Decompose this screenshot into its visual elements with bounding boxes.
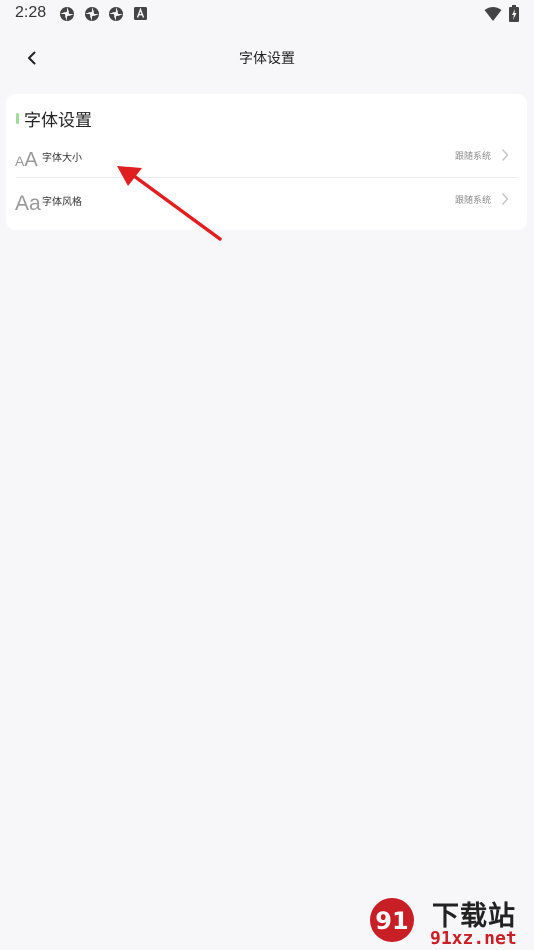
top-app-bar: 字体设置: [0, 36, 534, 80]
svg-text:91: 91: [375, 907, 408, 935]
status-bar: 2:28: [0, 0, 534, 28]
font-app-icon: [134, 7, 147, 20]
chevron-right-icon: [501, 193, 509, 205]
watermark: 91 下载站 91xz.net: [360, 890, 534, 950]
font-size-icon: AA: [15, 149, 38, 171]
pinwheel-icon: [109, 7, 123, 21]
font-style-label: 字体风格: [42, 197, 82, 208]
pinwheel-icon: [85, 7, 99, 21]
font-size-value: 跟随系统: [454, 152, 491, 162]
font-settings-card: 字体设置 AA 字体大小 跟随系统 Aa 字体风格 跟随系统: [6, 94, 527, 230]
wifi-icon: [484, 7, 502, 21]
font-style-row[interactable]: Aa 字体风格 跟随系统: [6, 178, 527, 222]
section-header: 字体设置: [16, 106, 92, 131]
status-time: 2:28: [15, 4, 47, 21]
font-style-icon: Aa: [15, 192, 41, 215]
chevron-right-icon: [501, 149, 509, 161]
section-accent-bar: [16, 113, 19, 124]
font-size-label: 字体大小: [42, 153, 82, 164]
watermark-logo: 91: [370, 898, 414, 942]
font-style-value: 跟随系统: [454, 196, 491, 206]
page-title: 字体设置: [239, 51, 295, 67]
watermark-url: 91xz.net: [430, 928, 517, 949]
font-size-row[interactable]: AA 字体大小 跟随系统: [6, 134, 527, 178]
pinwheel-icon: [60, 7, 74, 21]
battery-icon: [509, 5, 519, 22]
section-title: 字体设置: [24, 111, 92, 131]
